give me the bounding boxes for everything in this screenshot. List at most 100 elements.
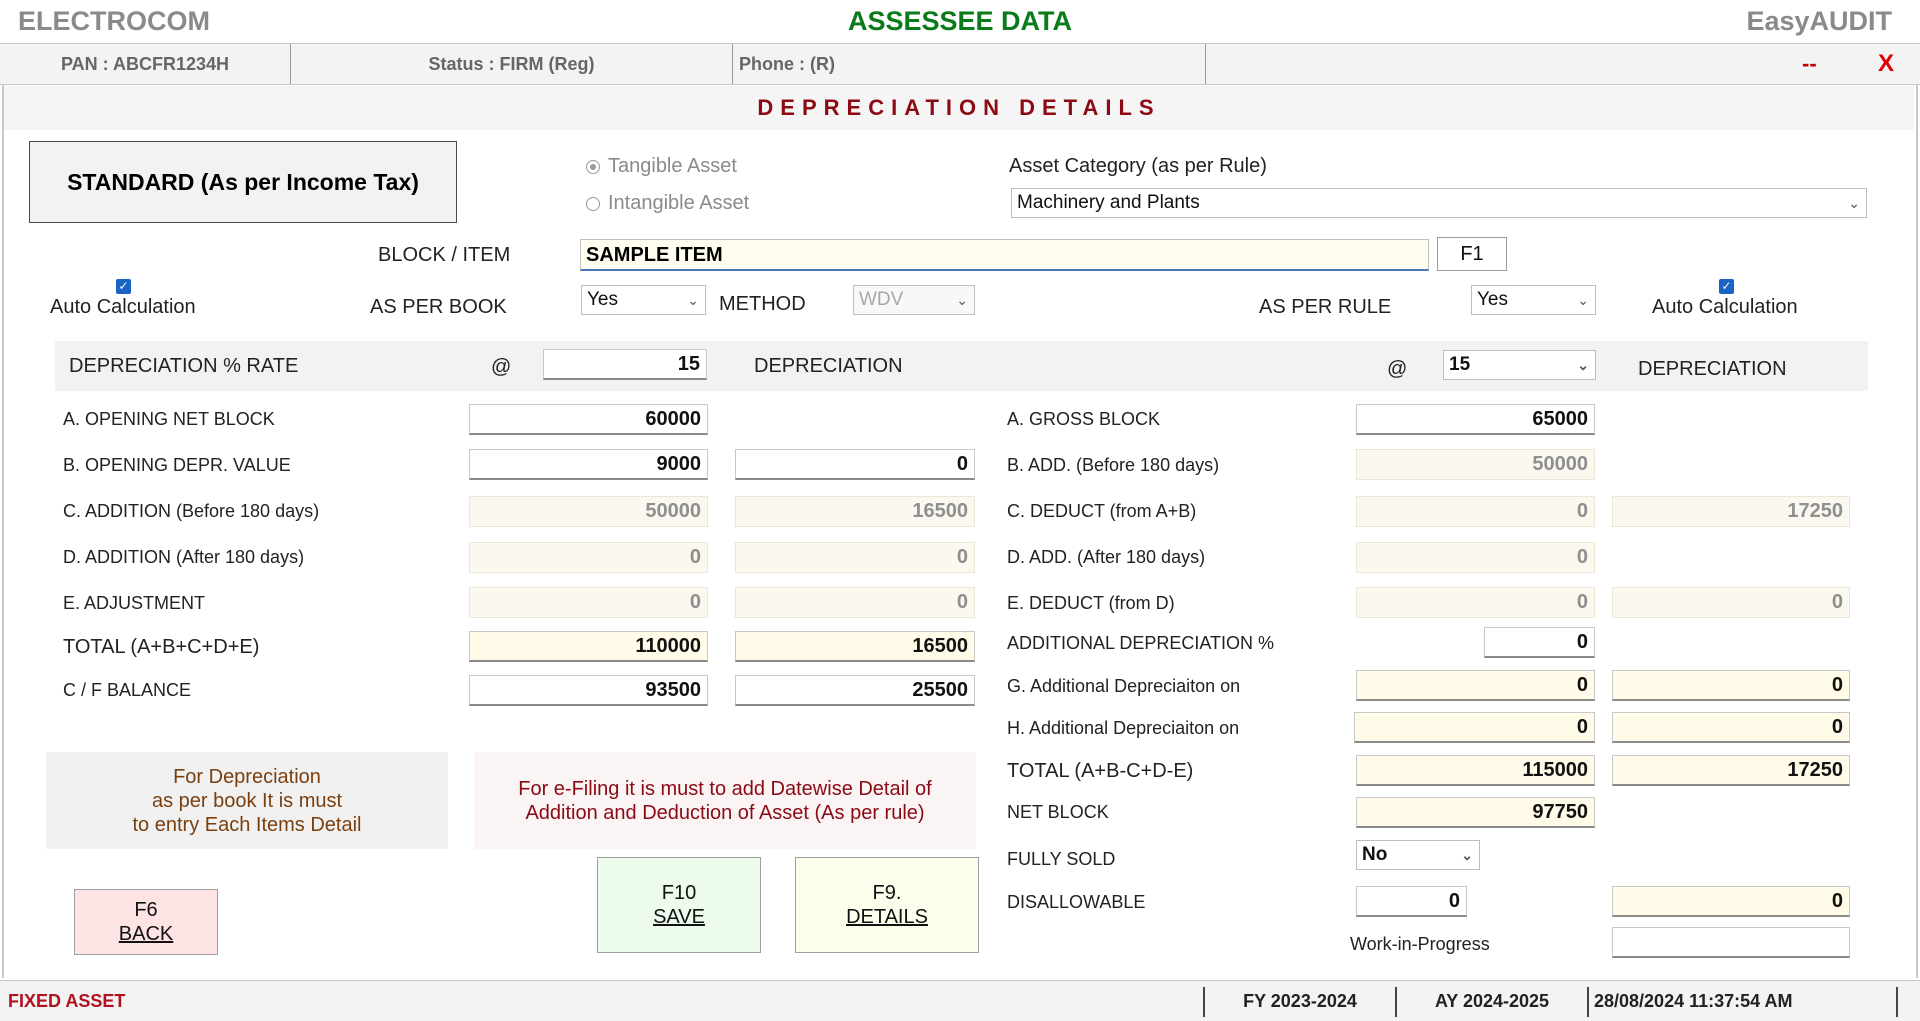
book-auto-calc-label: Auto Calculation xyxy=(50,296,196,318)
rule-rate-select[interactable]: 15 ⌄ xyxy=(1443,350,1596,380)
book-entry-note: For Depreciation as per book It is must … xyxy=(46,752,448,849)
gross-block-input[interactable]: 65000 xyxy=(1356,404,1595,435)
disallowable-label: DISALLOWABLE xyxy=(1007,892,1146,912)
method-value: WDV xyxy=(859,289,904,310)
addition-after-180-depr: 0 xyxy=(735,542,975,573)
additional-depr-pct-label: ADDITIONAL DEPRECIATION % xyxy=(1007,633,1275,653)
opening-net-block-label: A. OPENING NET BLOCK xyxy=(63,409,275,429)
book-depreciation-header: DEPRECIATION xyxy=(754,355,903,377)
info-bar: PAN : ABCFR1234H Status : FIRM (Reg) Pho… xyxy=(0,43,1920,85)
opening-net-block-input[interactable]: 60000 xyxy=(469,404,708,435)
chevron-down-icon: ⌄ xyxy=(687,292,699,308)
cf-balance-depr: 25500 xyxy=(735,675,975,706)
additional-depr-pct-input[interactable]: 0 xyxy=(1484,627,1595,658)
date-time: 28/08/2024 11:37:54 AM xyxy=(1594,991,1793,1011)
additional-depr-h-value[interactable]: 0 xyxy=(1354,712,1595,743)
gross-block-label: A. GROSS BLOCK xyxy=(1007,409,1161,429)
deduct-from-d-depr: 0 xyxy=(1612,587,1850,618)
asset-category-select[interactable]: Machinery and Plants ⌄ xyxy=(1011,188,1867,218)
intangible-asset-label: Intangible Asset xyxy=(608,192,750,214)
tangible-asset-radio[interactable]: Tangible Asset xyxy=(586,155,737,178)
deduct-from-ab-depr: 17250 xyxy=(1612,496,1850,527)
module-name: FIXED ASSET xyxy=(8,991,126,1011)
additional-depr-h-depr[interactable]: 0 xyxy=(1612,712,1850,743)
book-rate-at: @ xyxy=(491,356,512,378)
work-in-progress-label: Work-in-Progress xyxy=(1350,934,1490,954)
method-label: METHOD xyxy=(719,293,806,315)
work-in-progress-input[interactable] xyxy=(1612,927,1850,958)
save-button[interactable]: F10 SAVE xyxy=(597,857,761,953)
fully-sold-label: FULLY SOLD xyxy=(1007,849,1116,869)
pan-info: PAN : ABCFR1234H xyxy=(0,44,291,84)
minimize-button[interactable]: -- xyxy=(1802,44,1817,84)
fully-sold-value: No xyxy=(1362,844,1388,865)
brand-name: EasyAUDIT xyxy=(1746,6,1892,36)
net-block-value: 97750 xyxy=(1356,797,1595,828)
as-per-book-value: Yes xyxy=(587,289,618,310)
rule-auto-calc-label: Auto Calculation xyxy=(1652,296,1798,318)
close-button[interactable]: X xyxy=(1878,44,1894,84)
f1-lookup-button[interactable]: F1 xyxy=(1437,237,1507,271)
rule-auto-calc-checkbox[interactable]: ✓ xyxy=(1719,279,1734,294)
efiling-note: For e-Filing it is must to add Datewise … xyxy=(474,752,976,849)
book-rate-input[interactable]: 15 xyxy=(543,349,707,380)
additional-depr-g-label: G. Additional Depreciaiton on xyxy=(1007,676,1241,696)
block-item-label: BLOCK / ITEM xyxy=(378,244,511,266)
radio-unselected-icon xyxy=(586,196,600,211)
fully-sold-select[interactable]: No ⌄ xyxy=(1356,840,1480,870)
rule-rate-at: @ xyxy=(1387,358,1408,380)
cf-balance-label: C / F BALANCE xyxy=(63,680,192,700)
opening-depr-value-label: B. OPENING DEPR. VALUE xyxy=(63,455,291,475)
additional-depr-g-value[interactable]: 0 xyxy=(1356,670,1595,701)
standard-mode-button[interactable]: STANDARD (As per Income Tax) xyxy=(29,141,457,223)
adjustment-value: 0 xyxy=(469,587,708,618)
depreciation-rate-label: DEPRECIATION % RATE xyxy=(69,355,299,377)
as-per-book-label: AS PER BOOK xyxy=(370,296,507,318)
deduct-from-ab-value: 0 xyxy=(1356,496,1595,527)
addition-before-180-depr: 16500 xyxy=(735,496,975,527)
status-divider xyxy=(1896,987,1898,1017)
opening-depr-value-input[interactable]: 9000 xyxy=(469,449,708,480)
rule-add-after-180-label: D. ADD. (After 180 days) xyxy=(1007,547,1206,567)
block-item-input[interactable]: SAMPLE ITEM xyxy=(580,239,1429,271)
rate-band xyxy=(55,341,1868,391)
adjustment-depr: 0 xyxy=(735,587,975,618)
book-total-value: 110000 xyxy=(469,631,708,662)
as-per-rule-select[interactable]: Yes ⌄ xyxy=(1471,285,1596,315)
status-divider xyxy=(1587,987,1589,1017)
additional-depr-h-label: H. Additional Depreciaiton on xyxy=(1007,718,1240,738)
chevron-down-icon: ⌄ xyxy=(956,292,968,308)
disallowable-depr[interactable]: 0 xyxy=(1612,886,1850,917)
phone-info: Phone : (R) xyxy=(733,44,1206,84)
details-button-label: DETAILS xyxy=(846,906,928,928)
as-per-rule-value: Yes xyxy=(1477,289,1508,310)
rule-total-depr: 17250 xyxy=(1612,755,1850,786)
status-info: Status : FIRM (Reg) xyxy=(291,44,733,84)
deduct-from-d-value: 0 xyxy=(1356,587,1595,618)
rule-add-after-180-value: 0 xyxy=(1356,542,1595,573)
intangible-asset-radio[interactable]: Intangible Asset xyxy=(586,192,749,215)
chevron-down-icon: ⌄ xyxy=(1577,292,1589,308)
tangible-asset-label: Tangible Asset xyxy=(608,155,737,177)
disallowable-input[interactable]: 0 xyxy=(1356,886,1467,917)
chevron-down-icon: ⌄ xyxy=(1848,195,1860,211)
details-button[interactable]: F9. DETAILS xyxy=(795,857,979,953)
adjustment-label: E. ADJUSTMENT xyxy=(63,593,206,613)
back-button[interactable]: F6 BACK xyxy=(74,889,218,955)
opening-depr-depreciation-input[interactable]: 0 xyxy=(735,449,975,480)
chevron-down-icon: ⌄ xyxy=(1461,847,1473,863)
book-auto-calc-checkbox[interactable]: ✓ xyxy=(116,279,131,294)
method-select[interactable]: WDV ⌄ xyxy=(853,285,975,315)
rule-depreciation-header: DEPRECIATION xyxy=(1638,358,1787,380)
back-button-label: BACK xyxy=(118,923,174,945)
additional-depr-g-depr[interactable]: 0 xyxy=(1612,670,1850,701)
as-per-book-select[interactable]: Yes ⌄ xyxy=(581,285,706,315)
addition-before-180-label: C. ADDITION (Before 180 days) xyxy=(63,501,320,521)
book-total-label: TOTAL (A+B+C+D+E) xyxy=(63,636,260,658)
window-title: ASSESSEE DATA xyxy=(847,6,1073,36)
save-button-label: SAVE xyxy=(653,906,705,928)
rule-total-label: TOTAL (A+B-C+D-E) xyxy=(1007,760,1194,782)
net-block-label: NET BLOCK xyxy=(1007,802,1109,822)
chevron-down-icon: ⌄ xyxy=(1577,357,1589,373)
addition-after-180-label: D. ADDITION (After 180 days) xyxy=(63,547,305,567)
